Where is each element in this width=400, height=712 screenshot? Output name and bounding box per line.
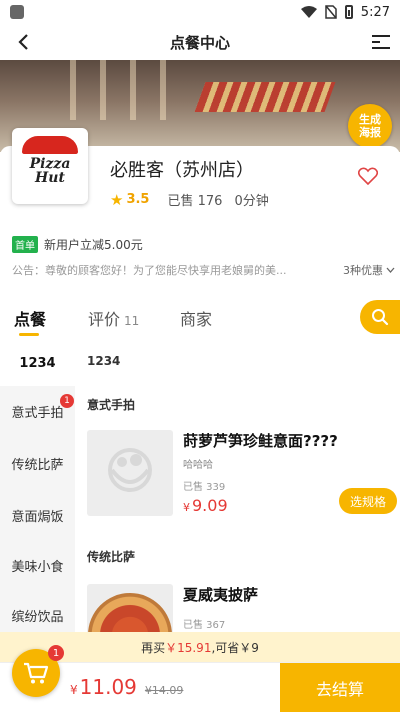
back-button[interactable] xyxy=(10,29,36,55)
section-title: 意式手拍 xyxy=(87,398,136,412)
checkout-bar: 1 ¥ 11.09 ¥14.09 去结算 xyxy=(0,645,400,712)
product-name: 莳萝芦笋珍鲑意面???? xyxy=(183,432,338,450)
search-button[interactable] xyxy=(360,300,400,334)
poster-label: 生成 海报 xyxy=(359,113,381,139)
menu-line-icon xyxy=(372,41,380,43)
tab-order[interactable]: 点餐 xyxy=(14,306,46,330)
pizza-hut-logo-icon xyxy=(22,136,78,154)
generate-poster-button[interactable]: 生成 海报 xyxy=(348,104,392,148)
promo-text: 新用户立减5.00元 xyxy=(44,238,143,252)
currency: ¥ xyxy=(183,501,190,514)
tab-merchant[interactable]: 商家 xyxy=(180,306,212,330)
sidebar-item-label: 意式手拍 xyxy=(11,405,64,421)
banner-decoration xyxy=(100,60,106,120)
sidebar-item-italian[interactable]: 意式手拍 1 xyxy=(0,386,75,436)
currency: ¥ xyxy=(70,683,78,697)
sidebar-item-snacks[interactable]: 美味小食 xyxy=(0,540,75,590)
discount-amount: ￥15.91 xyxy=(165,640,212,655)
store-card: Pizza Hut 必胜客（苏州店） ★ 3.5 已售 176 0分钟 首单 新用… xyxy=(0,128,400,286)
offers-label: 3种优惠 xyxy=(343,264,383,277)
status-bar: 5:27 xyxy=(0,0,400,24)
notification-icon xyxy=(10,5,24,19)
store-name: 必胜客（苏州店） xyxy=(110,160,254,181)
chevron-left-icon xyxy=(18,34,28,50)
sidebar-item-pizza[interactable]: 传统比萨 xyxy=(0,438,75,488)
menu-content: 1234 意式手拍 莳萝芦笋珍鲑意面???? 哈哈哈 已售 339 ¥9.09 … xyxy=(75,340,400,670)
sidebar-item-label: 缤纷饮品 xyxy=(11,609,64,625)
status-time: 5:27 xyxy=(360,4,390,20)
logo-text: Pizza Hut xyxy=(29,156,71,186)
chevron-down-icon xyxy=(386,267,395,273)
store-meta: ★ 3.5 已售 176 0分钟 xyxy=(110,190,269,210)
sidebar-item-pasta[interactable]: 意面焗饭 xyxy=(0,490,75,540)
food-bowl-icon xyxy=(108,448,152,492)
tab-label: 点餐 xyxy=(14,310,47,329)
section-title: 传统比萨 xyxy=(87,550,136,564)
total-amount: 11.09 xyxy=(79,675,137,699)
discount-pre: 再买 xyxy=(141,640,166,655)
store-rating: 3.5 xyxy=(126,192,150,207)
menu-line-icon xyxy=(372,35,390,37)
discount-save: ￥9 xyxy=(239,640,259,655)
banner-decoration xyxy=(130,60,136,120)
cart-button[interactable]: 1 xyxy=(12,645,64,697)
banner-decoration xyxy=(194,82,336,112)
total-price: ¥ 11.09 ¥14.09 xyxy=(70,675,183,699)
sidebar-item-1234[interactable]: 1234 xyxy=(0,340,75,386)
sidebar-item-label: 传统比萨 xyxy=(11,457,64,473)
sidebar-item-label: 意面焗饭 xyxy=(11,509,64,525)
checkout-button[interactable]: 去结算 xyxy=(280,663,400,712)
page: 5:27 点餐中心 生成 海报 Pizza Hut 必胜客（苏州店） ★ 3.5… xyxy=(0,0,400,712)
promo-row: 首单 新用户立减5.00元 xyxy=(12,236,143,253)
tab-label: 评价 xyxy=(88,310,121,329)
cart-count-badge: 1 xyxy=(48,645,64,661)
battery-icon xyxy=(344,5,353,19)
tab-label: 商家 xyxy=(180,310,213,329)
tab-bar: 点餐 评价 11 商家 xyxy=(0,298,400,340)
delivery-time: 0分钟 xyxy=(234,194,269,209)
sidebar-badge: 1 xyxy=(60,394,74,408)
notice-text: 公告：尊敬的顾客您好！为了您能尽快享用老娘舅的美... xyxy=(12,264,287,277)
original-price: ¥14.09 xyxy=(144,684,184,697)
offers-toggle[interactable]: 3种优惠 xyxy=(343,262,395,278)
price-value: 9.09 xyxy=(192,496,228,515)
product-price: ¥9.09 xyxy=(183,496,228,515)
favorite-button[interactable] xyxy=(357,166,379,190)
product-card[interactable]: 莳萝芦笋珍鲑意面???? 哈哈哈 已售 339 ¥9.09 选规格 xyxy=(87,430,397,520)
product-name: 夏威夷披萨 xyxy=(183,586,259,604)
product-sold: 已售 339 xyxy=(183,482,226,493)
menu-line-icon xyxy=(372,47,390,49)
category-sidebar: 1234 意式手拍 1 传统比萨 意面焗饭 美味小食 缤纷饮品 xyxy=(0,340,75,670)
tab-underline xyxy=(19,333,39,336)
nav-bar: 点餐中心 xyxy=(0,24,400,60)
tab-reviews[interactable]: 评价 11 xyxy=(88,306,139,330)
review-count: 11 xyxy=(124,314,140,328)
heart-icon xyxy=(357,167,379,186)
menu-button[interactable] xyxy=(366,30,390,54)
product-sold: 已售 367 xyxy=(183,620,226,631)
star-icon: ★ xyxy=(110,190,124,209)
banner-decoration xyxy=(160,60,166,120)
choose-spec-button[interactable]: 选规格 xyxy=(339,488,397,514)
wifi-icon xyxy=(300,5,317,18)
page-title: 点餐中心 xyxy=(169,33,230,52)
product-desc: 哈哈哈 xyxy=(183,460,213,471)
section-title: 1234 xyxy=(87,354,121,368)
search-icon xyxy=(372,309,389,326)
product-image-placeholder xyxy=(87,430,173,516)
store-logo: Pizza Hut xyxy=(12,128,88,204)
promo-tag: 首单 xyxy=(12,236,38,253)
banner-decoration xyxy=(70,60,76,120)
notice-row[interactable]: 公告：尊敬的顾客您好！为了您能尽快享用老娘舅的美... 3种优惠 xyxy=(12,262,400,278)
no-sim-icon xyxy=(325,5,337,19)
discount-mid: ,可省 xyxy=(211,640,240,655)
cart-icon xyxy=(24,662,49,684)
sidebar-item-label: 美味小食 xyxy=(11,559,64,575)
store-sold: 已售 176 xyxy=(167,194,223,209)
